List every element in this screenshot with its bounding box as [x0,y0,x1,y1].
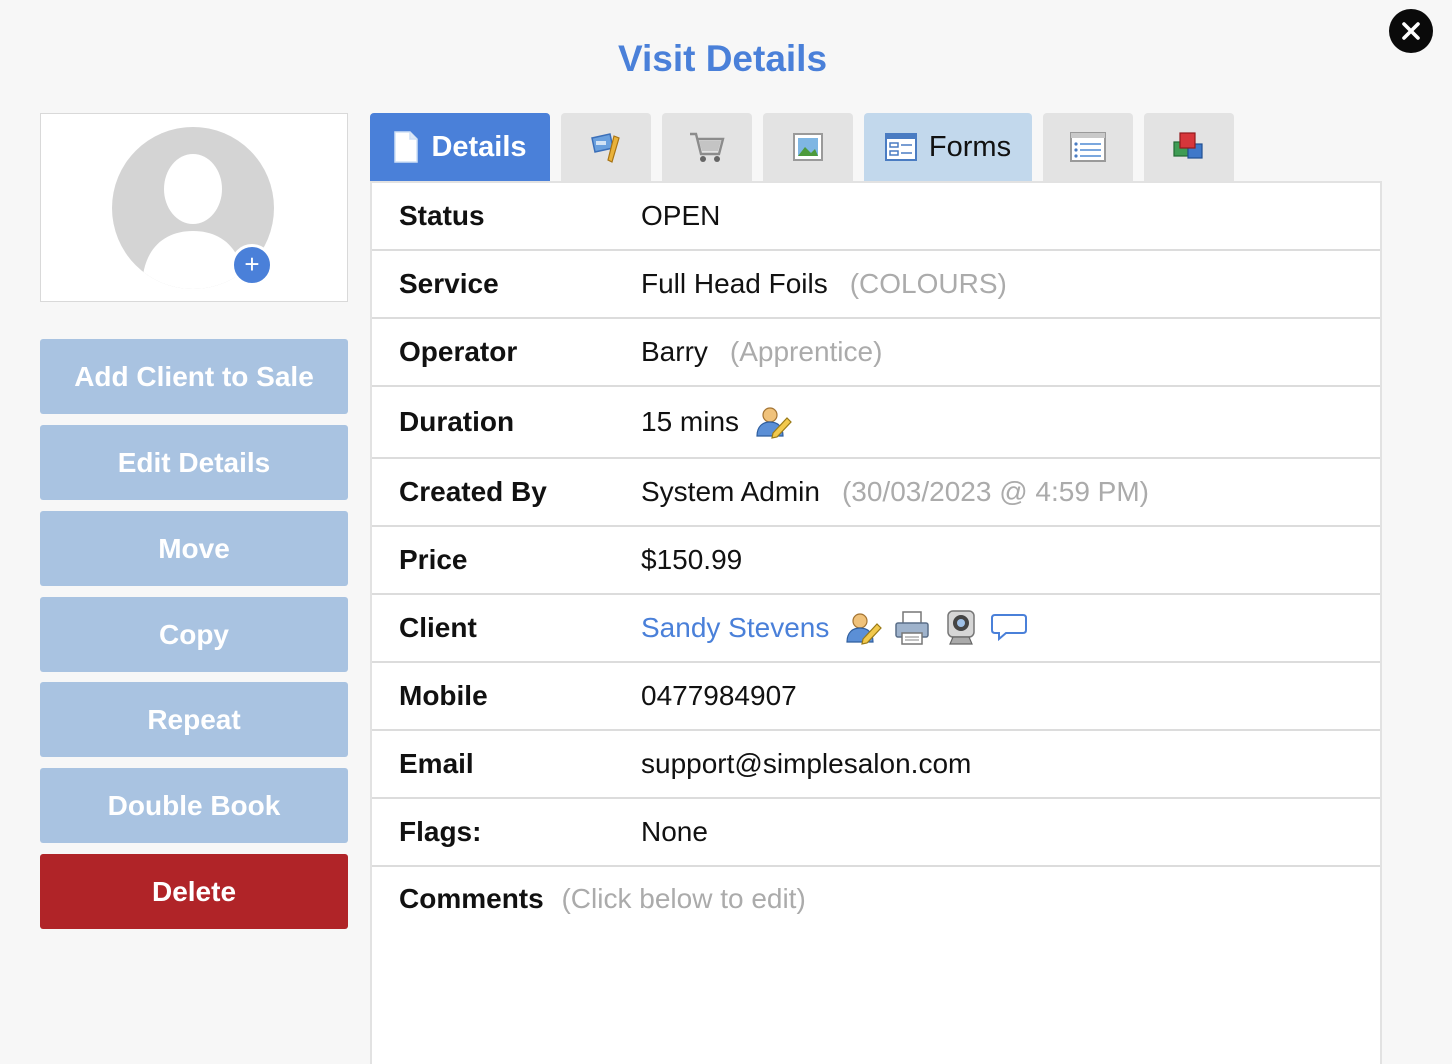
close-button[interactable] [1389,9,1433,53]
status-row: Status OPEN [372,183,1380,251]
email-link[interactable]: support@simplesalon.com [641,748,971,780]
close-icon [1402,22,1420,40]
created-by-row: Created By System Admin (30/03/2023 @ 4:… [372,459,1380,527]
flags-label: Flags: [399,816,482,847]
cubes-icon [1173,132,1203,159]
cart-icon [690,132,725,162]
created-by-label: Created By [399,476,547,507]
comments-header: Comments (Click below to edit) [399,883,806,915]
message-icon[interactable] [991,609,1029,647]
operator-role: (Apprentice) [729,336,883,367]
move-button[interactable]: Move [40,511,348,586]
client-label: Client [399,612,477,643]
flags-value: None [641,816,708,847]
mobile-value: 0477984907 [641,680,797,711]
duration-row: Duration 15 mins [372,387,1380,459]
add-client-to-sale-button[interactable]: Add Client to Sale [40,339,348,414]
repeat-button[interactable]: Repeat [40,682,348,757]
client-avatar-panel: + [40,113,348,302]
service-field: Full Head Foils (COLOURS) [641,268,1007,300]
created-by-field: System Admin (30/03/2023 @ 4:59 PM) [641,476,1149,508]
tab-forms[interactable]: Forms [864,113,1032,181]
brush-icon [591,133,620,163]
tab-photos[interactable] [763,113,853,181]
picture-icon [793,133,823,161]
status-value: OPEN [641,200,721,231]
email-label: Email [399,748,474,779]
operator-label: Operator [399,336,518,367]
document-icon [394,131,419,163]
client-name-link[interactable]: Sandy Stevens [641,612,829,644]
service-value: Full Head Foils [641,268,828,299]
mobile-row: Mobile 0477984907 [372,663,1380,731]
operator-value: Barry [641,336,708,367]
client-field: Sandy Stevens [641,609,1029,647]
created-by-value: System Admin [641,476,820,507]
client-row: Client Sandy Stevens [372,595,1380,663]
price-label: Price [399,544,468,575]
status-label: Status [399,200,485,231]
price-row: Price $150.99 [372,527,1380,595]
comments-editor[interactable] [372,923,1380,1064]
operator-row: Operator Barry (Apprentice) [372,319,1380,387]
copy-button[interactable]: Copy [40,597,348,672]
email-row: Email support@simplesalon.com [372,731,1380,799]
operator-field: Barry (Apprentice) [641,336,882,368]
service-row: Service Full Head Foils (COLOURS) [372,251,1380,319]
tab-products[interactable] [662,113,752,181]
created-timestamp: (30/03/2023 @ 4:59 PM) [841,476,1149,507]
details-panel: Status OPEN Service Full Head Foils (COL… [370,181,1382,1064]
delete-button[interactable]: Delete [40,854,348,929]
mobile-label: Mobile [399,680,488,711]
service-label: Service [399,268,499,299]
edit-details-button[interactable]: Edit Details [40,425,348,500]
edit-user-icon[interactable] [754,403,792,441]
double-book-button[interactable]: Double Book [40,768,348,843]
tab-details[interactable]: Details [370,113,550,181]
add-photo-button[interactable]: + [231,244,273,286]
list-icon [1070,132,1106,162]
webcam-icon[interactable] [942,609,980,647]
modal-title: Visit Details [617,38,828,79]
duration-label: Duration [399,406,515,437]
flags-row: Flags: None [372,799,1380,867]
tab-forms-label: Forms [928,130,1012,163]
tab-packages[interactable] [1144,113,1234,181]
edit-client-icon[interactable] [844,609,883,647]
service-category: (COLOURS) [849,268,1007,299]
printer-icon[interactable] [893,609,931,647]
tab-details-label: Details [431,130,527,163]
form-icon [884,133,917,161]
price-value: $150.99 [641,544,743,575]
tab-services[interactable] [561,113,651,181]
comments-hint: (Click below to edit) [561,883,806,914]
comments-label: Comments [399,883,544,914]
tab-notes[interactable] [1043,113,1133,181]
duration-field: 15 mins [641,403,792,441]
duration-value: 15 mins [641,406,740,437]
